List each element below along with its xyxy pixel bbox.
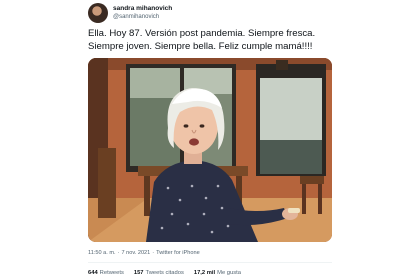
tweet-stats: 644 Retweets 157 Tweets citados 17,2 mil… xyxy=(88,268,348,278)
author-handle[interactable]: @sanmihanovich xyxy=(113,14,172,20)
quotes-label: Tweets citados xyxy=(145,270,184,276)
avatar[interactable] xyxy=(88,3,108,23)
tweet-text-line-1: Ella. Hoy 87. Versión post pandemia. Sie… xyxy=(88,28,316,39)
tweet-source[interactable]: Twitter for iPhone xyxy=(156,250,200,256)
divider xyxy=(88,262,332,263)
tweet-text: Ella. Hoy 87. Versión post pandemia. Sie… xyxy=(88,28,348,53)
tweet-date[interactable]: 7 nov. 2021 xyxy=(121,250,150,256)
quotes-stat[interactable]: 157 Tweets citados xyxy=(134,270,184,276)
tweet-meta: 11:50 a. m. · 7 nov. 2021 · Twitter for … xyxy=(88,248,348,258)
tweet-header: sandra mihanovich @sanmihanovich xyxy=(88,2,348,24)
author-names: sandra mihanovich @sanmihanovich xyxy=(113,5,172,20)
author-display-name[interactable]: sandra mihanovich xyxy=(113,5,172,13)
tweet-photo[interactable] xyxy=(88,58,332,242)
retweets-label: Retweets xyxy=(99,270,124,276)
photo-scene-icon xyxy=(88,58,332,242)
likes-stat[interactable]: 17,2 mil Me gusta xyxy=(194,270,241,276)
retweets-count: 644 xyxy=(88,270,98,276)
tweet-time[interactable]: 11:50 a. m. xyxy=(88,250,116,256)
tweet-text-line-2: Siempre joven. Siempre bella. Feliz cump… xyxy=(88,40,313,52)
quotes-count: 157 xyxy=(133,270,144,276)
likes-label: Me gusta xyxy=(217,270,241,276)
meta-separator-2: · xyxy=(152,250,155,256)
meta-separator: · xyxy=(117,250,120,256)
tweet-card: sandra mihanovich @sanmihanovich Ella. H… xyxy=(0,0,420,280)
likes-count: 17,2 mil xyxy=(193,270,216,276)
retweets-stat[interactable]: 644 Retweets xyxy=(88,270,124,276)
